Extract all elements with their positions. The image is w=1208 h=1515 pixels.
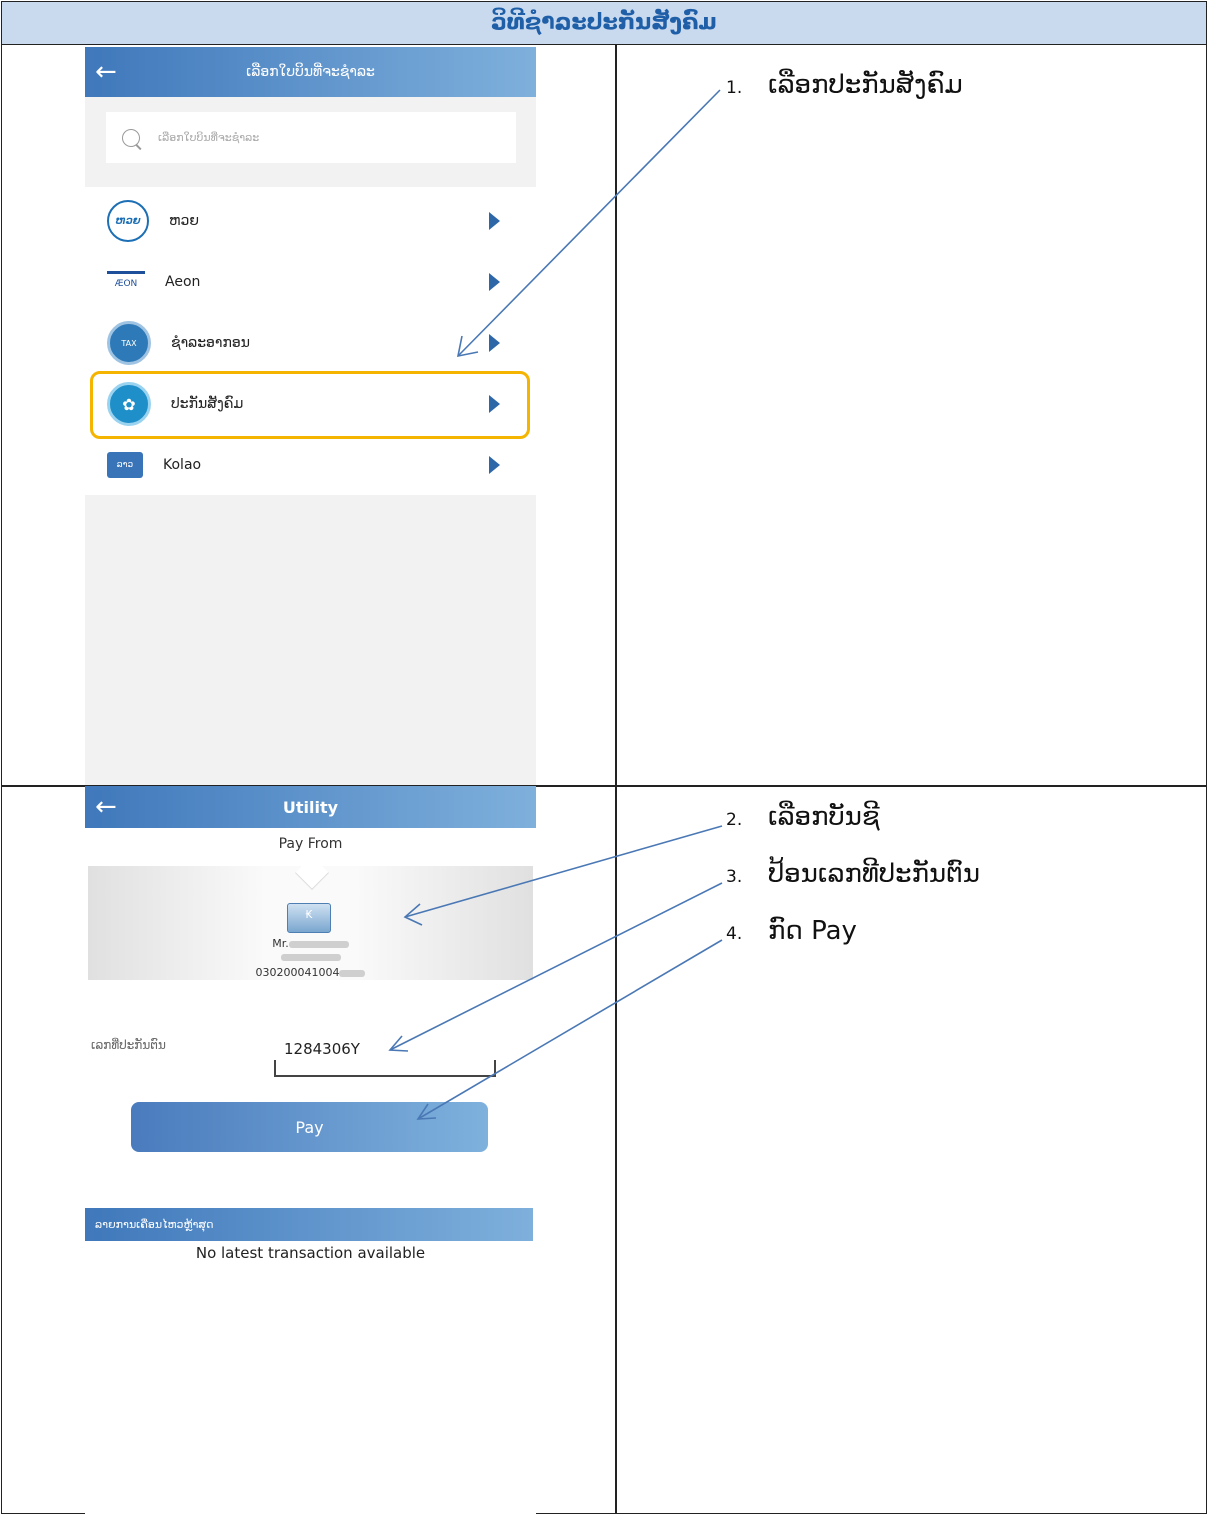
annotation-arrows bbox=[388, 89, 723, 1120]
arrow-step-4 bbox=[417, 939, 723, 1120]
arrow-step-2 bbox=[404, 825, 723, 918]
arrow-step-3 bbox=[389, 882, 723, 1051]
arrow-step-1 bbox=[457, 89, 721, 357]
